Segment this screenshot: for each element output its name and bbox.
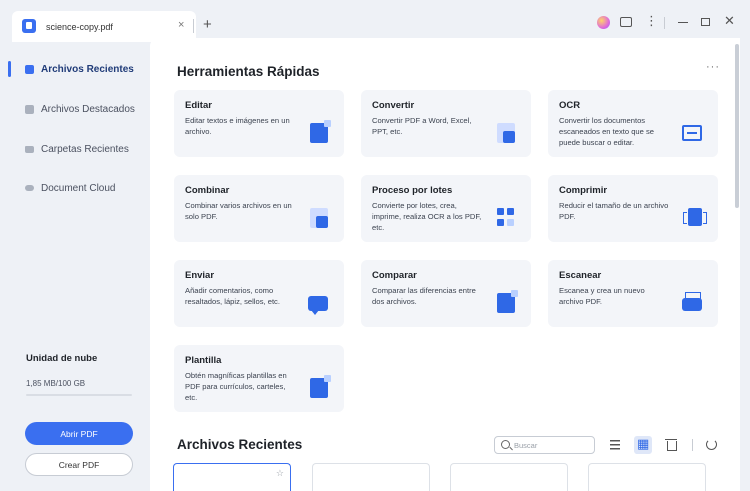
recent-file-card[interactable]: [450, 463, 568, 491]
recent-file-card[interactable]: ☆: [173, 463, 291, 491]
toolbar-divider: [692, 439, 693, 451]
recent-files-icon: [25, 64, 34, 74]
window-controls-divider: [664, 17, 665, 29]
feedback-icon[interactable]: [620, 17, 632, 27]
tool-card-title: Enviar: [185, 270, 215, 281]
recent-file-card[interactable]: [312, 463, 430, 491]
storage-usage-text: 1,85 MB/100 GB: [26, 379, 86, 388]
batch-icon: [497, 208, 515, 228]
more-options-icon[interactable]: ···: [706, 61, 720, 73]
search-input[interactable]: [514, 438, 592, 452]
sidebar-item-label: Archivos Destacados: [41, 103, 135, 115]
tool-card-ocr[interactable]: OCR Convertir los documentos escaneados …: [548, 90, 718, 157]
star-icon[interactable]: ☆: [276, 468, 284, 479]
tool-card-desc: Convierte por lotes, crea, imprime, real…: [372, 201, 482, 232]
more-vertical-icon[interactable]: ⋮: [645, 13, 658, 29]
tab-divider: [193, 19, 194, 33]
sidebar-item-label: Carpetas Recientes: [41, 143, 129, 155]
cloud-storage-label: Unidad de nube: [26, 353, 98, 364]
comment-icon: [308, 296, 328, 315]
edit-doc-icon: [310, 120, 331, 143]
template-icon: [310, 375, 331, 398]
tool-card-desc: Obtén magníficas plantillas en PDF para …: [185, 371, 287, 402]
sidebar: Archivos Recientes Archivos Destacados C…: [0, 46, 150, 491]
tool-card-title: Comprimir: [559, 185, 608, 196]
recent-file-card[interactable]: [588, 463, 706, 491]
trash-icon[interactable]: [662, 436, 680, 454]
vertical-scrollbar[interactable]: [735, 44, 739, 208]
scanner-icon: [682, 292, 702, 311]
create-pdf-button[interactable]: Crear PDF: [25, 453, 133, 476]
tool-card-combine[interactable]: Combinar Combinar varios archivos en un …: [174, 175, 344, 242]
tool-card-scan[interactable]: Escanear Escanea y crea un nuevo archivo…: [548, 260, 718, 327]
cloud-icon: [25, 185, 34, 191]
sidebar-item-recent-folders[interactable]: Carpetas Recientes: [8, 136, 150, 162]
search-icon: [501, 440, 510, 449]
user-avatar[interactable]: [597, 16, 610, 29]
tool-card-title: Convertir: [372, 100, 415, 111]
tool-card-edit[interactable]: Editar Editar textos e imágenes en un ar…: [174, 90, 344, 157]
tool-card-batch[interactable]: Proceso por lotes Convierte por lotes, c…: [361, 175, 531, 242]
tool-card-title: Editar: [185, 100, 212, 111]
open-pdf-button[interactable]: Abrir PDF: [25, 422, 133, 445]
tool-card-desc: Comparar las diferencias entre dos archi…: [372, 286, 476, 306]
tool-card-title: Escanear: [559, 270, 602, 281]
sidebar-item-starred-files[interactable]: Archivos Destacados: [8, 96, 150, 122]
minimize-icon[interactable]: [678, 22, 688, 24]
close-window-icon[interactable]: ✕: [724, 13, 735, 29]
tool-card-desc: Convertir los documentos escaneados en t…: [559, 116, 654, 147]
tool-card-convert[interactable]: Convertir Convertir PDF a Word, Excel, P…: [361, 90, 531, 157]
compress-icon: [683, 208, 707, 226]
tool-card-desc: Combinar varios archivos en un solo PDF.: [185, 201, 292, 221]
tool-card-title: Plantilla: [185, 355, 222, 366]
tool-card-title: Proceso por lotes: [372, 185, 453, 196]
convert-icon: [497, 123, 515, 143]
sidebar-item-label: Archivos Recientes: [41, 63, 134, 75]
grid-view-icon[interactable]: [634, 436, 652, 454]
ocr-scan-icon: [682, 125, 702, 141]
app-logo-icon: [22, 19, 36, 33]
sidebar-item-recent-files[interactable]: Archivos Recientes: [8, 56, 150, 82]
tool-card-template[interactable]: Plantilla Obtén magníficas plantillas en…: [174, 345, 344, 412]
tool-card-title: OCR: [559, 100, 581, 111]
tool-card-desc: Escanea y crea un nuevo archivo PDF.: [559, 286, 645, 306]
maximize-icon[interactable]: [701, 18, 710, 26]
combine-icon: [310, 208, 328, 228]
tool-card-title: Comparar: [372, 270, 417, 281]
tool-card-desc: Editar textos e imágenes en un archivo.: [185, 116, 290, 136]
tool-card-title: Combinar: [185, 185, 230, 196]
new-tab-icon[interactable]: +: [203, 16, 212, 33]
tool-card-compress[interactable]: Comprimir Reducir el tamaño de un archiv…: [548, 175, 718, 242]
quick-tools-title: Herramientas Rápidas: [177, 64, 320, 79]
tool-card-compare[interactable]: Comparar Comparar las diferencias entre …: [361, 260, 531, 327]
star-files-icon: [25, 104, 34, 114]
tool-card-desc: Añadir comentarios, como resaltados, láp…: [185, 286, 280, 306]
storage-progress-bar: [26, 394, 132, 396]
folder-icon: [25, 145, 34, 153]
refresh-icon[interactable]: [706, 439, 717, 450]
tool-card-desc: Reducir el tamaño de un archivo PDF.: [559, 201, 669, 221]
tool-card-send[interactable]: Enviar Añadir comentarios, como resaltad…: [174, 260, 344, 327]
compare-icon: [497, 290, 518, 313]
search-box[interactable]: [494, 436, 595, 454]
tab-title: science-copy.pdf: [46, 22, 113, 32]
sidebar-item-label: Document Cloud: [41, 182, 116, 194]
tab-close-icon[interactable]: ×: [178, 19, 184, 31]
tool-card-desc: Convertir PDF a Word, Excel, PPT, etc.: [372, 116, 472, 136]
list-view-icon[interactable]: [606, 436, 624, 454]
sidebar-item-document-cloud[interactable]: Document Cloud: [8, 175, 150, 201]
recent-files-title: Archivos Recientes: [177, 437, 303, 452]
